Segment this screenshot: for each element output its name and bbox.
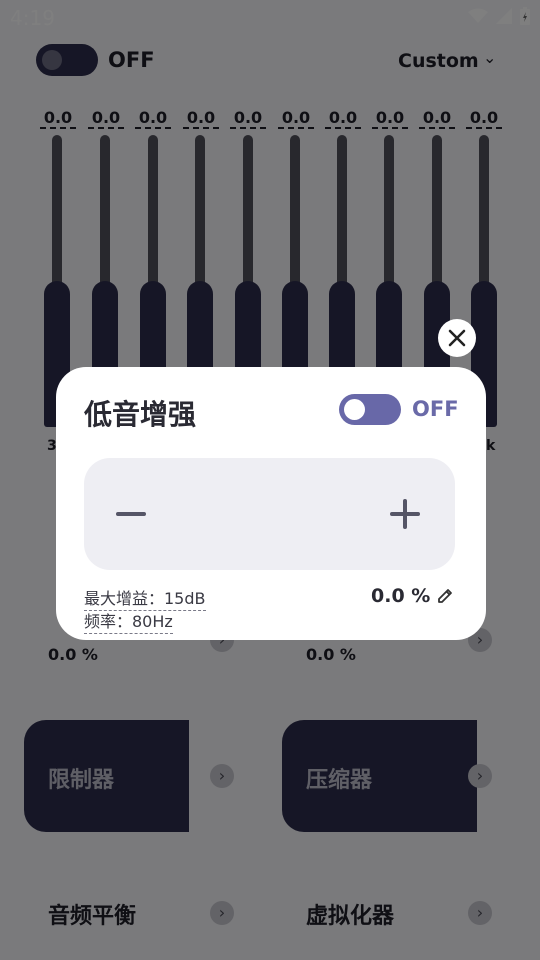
close-button[interactable] [438, 319, 476, 357]
bass-boost-dialog: 低音增强 OFF 最大增益：15dB 频率：80Hz 0.0 % [56, 367, 486, 640]
edit-icon[interactable] [436, 587, 454, 605]
bass-boost-toggle-label: OFF [412, 397, 459, 421]
bass-boost-toggle[interactable] [339, 394, 401, 425]
close-icon [448, 329, 466, 347]
increase-button[interactable] [386, 496, 426, 532]
dialog-title: 低音增强 [84, 398, 197, 431]
decrease-button[interactable] [112, 499, 152, 529]
minus-icon [116, 512, 146, 516]
bass-boost-percent: 0.0 % [371, 585, 431, 607]
bass-boost-stepper [84, 458, 455, 570]
frequency-label[interactable]: 频率：80Hz [84, 608, 173, 634]
